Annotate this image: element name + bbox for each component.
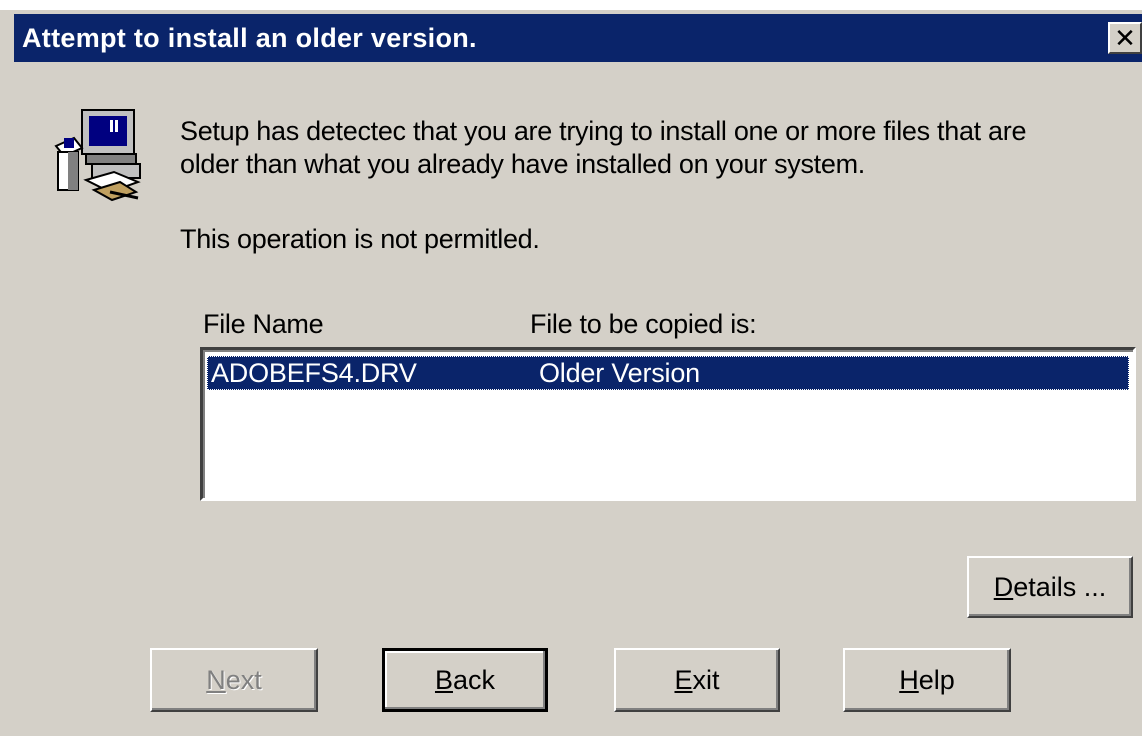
column-header-file-name: File Name <box>203 309 324 339</box>
close-icon: ✕ <box>1114 23 1136 53</box>
back-label: ack <box>452 665 496 695</box>
close-button[interactable]: ✕ <box>1108 22 1142 54</box>
exit-label: xit <box>692 665 720 695</box>
list-item-file-name: ADOBEFS4.DRV <box>211 358 417 388</box>
message-line-3: This operation is not permitled. <box>180 224 540 254</box>
help-button[interactable]: Help <box>843 648 1011 712</box>
help-mnemonic: H <box>899 665 919 695</box>
list-item[interactable]: ADOBEFS4.DRV Older Version <box>207 356 1129 390</box>
help-label: elp <box>918 665 955 695</box>
window-top-edge <box>0 0 1142 10</box>
next-label: ext <box>225 665 262 695</box>
file-listbox[interactable]: ADOBEFS4.DRV Older Version <box>200 347 1136 501</box>
list-item-status: Older Version <box>539 358 700 388</box>
next-button[interactable]: Next <box>150 648 318 712</box>
dialog-window: Attempt to install an older version. ✕ S… <box>0 0 1142 736</box>
exit-button[interactable]: Exit <box>614 648 780 712</box>
back-button[interactable]: Back <box>382 648 548 712</box>
title-bar[interactable]: Attempt to install an older version. ✕ <box>14 14 1142 62</box>
details-button[interactable]: Details ... <box>967 556 1133 618</box>
next-mnemonic: N <box>206 665 226 695</box>
exit-mnemonic: E <box>674 665 693 695</box>
column-header-file-to-be-copied: File to be copied is: <box>530 309 757 339</box>
setup-computer-icon <box>54 109 141 202</box>
back-mnemonic: B <box>434 665 453 695</box>
dialog-title: Attempt to install an older version. <box>22 23 477 53</box>
message-line-2: older than what you already have install… <box>180 149 865 179</box>
details-label: etails ... <box>1013 572 1107 602</box>
window-left-edge <box>0 10 14 736</box>
message-line-1: Setup has detectec that you are trying t… <box>180 116 1027 146</box>
details-mnemonic: D <box>993 572 1014 602</box>
